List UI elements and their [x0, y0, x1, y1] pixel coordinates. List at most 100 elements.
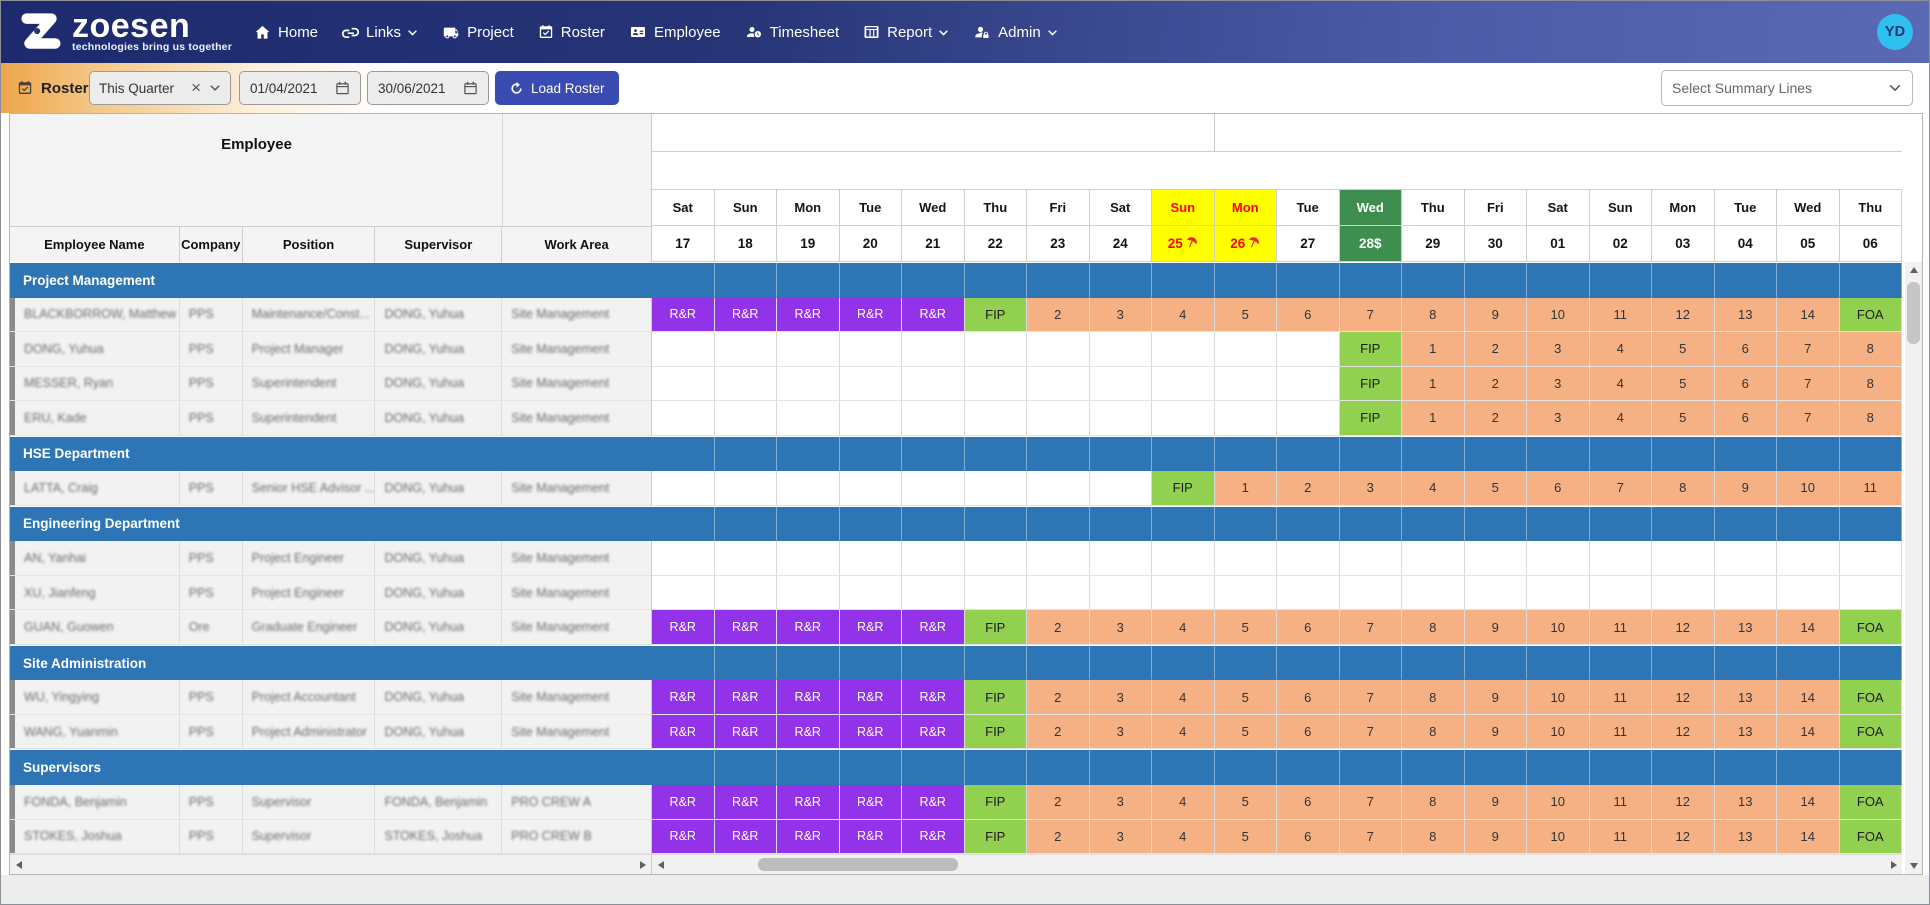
roster-cell[interactable]: 4: [1152, 785, 1215, 820]
roster-cell[interactable]: [902, 471, 965, 506]
roster-cell[interactable]: [1840, 541, 1903, 576]
roster-cell[interactable]: 3: [1527, 367, 1590, 402]
roster-cell[interactable]: 14: [1777, 785, 1840, 820]
roster-cell[interactable]: R&R: [777, 610, 840, 645]
roster-cell[interactable]: R&R: [902, 298, 965, 333]
roster-cell[interactable]: 5: [1215, 298, 1278, 333]
roster-cell[interactable]: [1777, 576, 1840, 611]
roster-cell[interactable]: 5: [1652, 332, 1715, 367]
roster-cell[interactable]: 12: [1652, 680, 1715, 715]
roster-cell[interactable]: FIP: [1340, 332, 1403, 367]
roster-cell[interactable]: [1777, 541, 1840, 576]
roster-cell[interactable]: FOA: [1840, 680, 1903, 715]
roster-cell[interactable]: 6: [1715, 367, 1778, 402]
roster-cell[interactable]: 8: [1840, 367, 1903, 402]
roster-cell[interactable]: R&R: [777, 680, 840, 715]
roster-cell[interactable]: [1340, 541, 1403, 576]
roster-cell[interactable]: 14: [1777, 680, 1840, 715]
roster-cell[interactable]: R&R: [840, 785, 903, 820]
roster-cell[interactable]: 9: [1715, 471, 1778, 506]
roster-cell[interactable]: 10: [1527, 298, 1590, 333]
roster-cell[interactable]: [965, 367, 1028, 402]
roster-cell[interactable]: 8: [1402, 785, 1465, 820]
roster-cell[interactable]: [902, 401, 965, 436]
roster-cell[interactable]: 3: [1090, 715, 1153, 750]
roster-cell[interactable]: [1465, 576, 1528, 611]
roster-cell[interactable]: 14: [1777, 298, 1840, 333]
roster-cell[interactable]: 5: [1652, 367, 1715, 402]
roster-cell[interactable]: [1152, 367, 1215, 402]
roster-cell[interactable]: [652, 367, 715, 402]
roster-cell[interactable]: [1027, 367, 1090, 402]
roster-cell[interactable]: [1590, 576, 1653, 611]
roster-cell[interactable]: 3: [1527, 332, 1590, 367]
roster-cell[interactable]: [652, 471, 715, 506]
roster-cell[interactable]: 14: [1777, 715, 1840, 750]
roster-cell[interactable]: R&R: [840, 298, 903, 333]
roster-cell[interactable]: 13: [1715, 298, 1778, 333]
roster-cell[interactable]: 9: [1465, 298, 1528, 333]
roster-cell[interactable]: FIP: [965, 820, 1028, 855]
roster-cell[interactable]: 2: [1027, 298, 1090, 333]
nav-item-project[interactable]: Project: [442, 24, 514, 41]
roster-cell[interactable]: 7: [1590, 471, 1653, 506]
roster-cell[interactable]: 3: [1090, 610, 1153, 645]
date-to-input[interactable]: 30/06/2021: [367, 71, 489, 105]
roster-cell[interactable]: R&R: [715, 785, 778, 820]
roster-cell[interactable]: [1090, 471, 1153, 506]
roster-cell[interactable]: [1152, 576, 1215, 611]
roster-cell[interactable]: 4: [1152, 820, 1215, 855]
scroll-right-arrow[interactable]: [1885, 855, 1902, 874]
roster-cell[interactable]: [715, 401, 778, 436]
roster-cell[interactable]: 2: [1027, 610, 1090, 645]
roster-cell[interactable]: [1027, 576, 1090, 611]
roster-cell[interactable]: [840, 576, 903, 611]
roster-cell[interactable]: 4: [1402, 471, 1465, 506]
roster-cell[interactable]: R&R: [840, 820, 903, 855]
roster-cell[interactable]: [1527, 541, 1590, 576]
roster-cell[interactable]: [965, 401, 1028, 436]
summary-lines-select[interactable]: Select Summary Lines: [1661, 70, 1913, 106]
scroll-up-arrow[interactable]: [1905, 262, 1922, 278]
roster-cell[interactable]: R&R: [652, 820, 715, 855]
roster-cell[interactable]: 3: [1090, 680, 1153, 715]
roster-cell[interactable]: 10: [1527, 610, 1590, 645]
roster-cell[interactable]: 8: [1652, 471, 1715, 506]
roster-cell[interactable]: 1: [1402, 367, 1465, 402]
roster-cell[interactable]: 7: [1340, 680, 1403, 715]
roster-cell[interactable]: FOA: [1840, 715, 1903, 750]
group-row-engineering-department[interactable]: Engineering Department: [10, 506, 1902, 542]
clear-icon[interactable]: ×: [183, 78, 209, 98]
roster-cell[interactable]: [1402, 576, 1465, 611]
roster-cell[interactable]: 2: [1465, 367, 1528, 402]
roster-cell[interactable]: [715, 332, 778, 367]
roster-cell[interactable]: 3: [1090, 785, 1153, 820]
roster-cell[interactable]: R&R: [652, 610, 715, 645]
vertical-scrollbar[interactable]: [1905, 262, 1922, 874]
roster-cell[interactable]: 6: [1277, 785, 1340, 820]
roster-cell[interactable]: 12: [1652, 785, 1715, 820]
roster-cell[interactable]: R&R: [902, 680, 965, 715]
roster-cell[interactable]: 8: [1840, 332, 1903, 367]
roster-cell[interactable]: [840, 332, 903, 367]
roster-cell[interactable]: 1: [1402, 332, 1465, 367]
grid-h-scrollbar[interactable]: [652, 854, 1902, 874]
nav-item-roster[interactable]: Roster: [538, 24, 605, 41]
roster-cell[interactable]: FIP: [1340, 367, 1403, 402]
roster-cell[interactable]: 2: [1027, 820, 1090, 855]
roster-cell[interactable]: 9: [1465, 610, 1528, 645]
roster-cell[interactable]: [1090, 576, 1153, 611]
roster-cell[interactable]: 12: [1652, 298, 1715, 333]
roster-cell[interactable]: [1027, 332, 1090, 367]
roster-cell[interactable]: R&R: [652, 680, 715, 715]
roster-cell[interactable]: 3: [1527, 401, 1590, 436]
roster-cell[interactable]: R&R: [777, 715, 840, 750]
roster-cell[interactable]: R&R: [652, 298, 715, 333]
roster-cell[interactable]: 6: [1527, 471, 1590, 506]
roster-cell[interactable]: [902, 332, 965, 367]
roster-cell[interactable]: R&R: [715, 298, 778, 333]
roster-cell[interactable]: 10: [1777, 471, 1840, 506]
roster-cell[interactable]: [840, 541, 903, 576]
roster-cell[interactable]: 5: [1215, 680, 1278, 715]
roster-cell[interactable]: R&R: [902, 820, 965, 855]
